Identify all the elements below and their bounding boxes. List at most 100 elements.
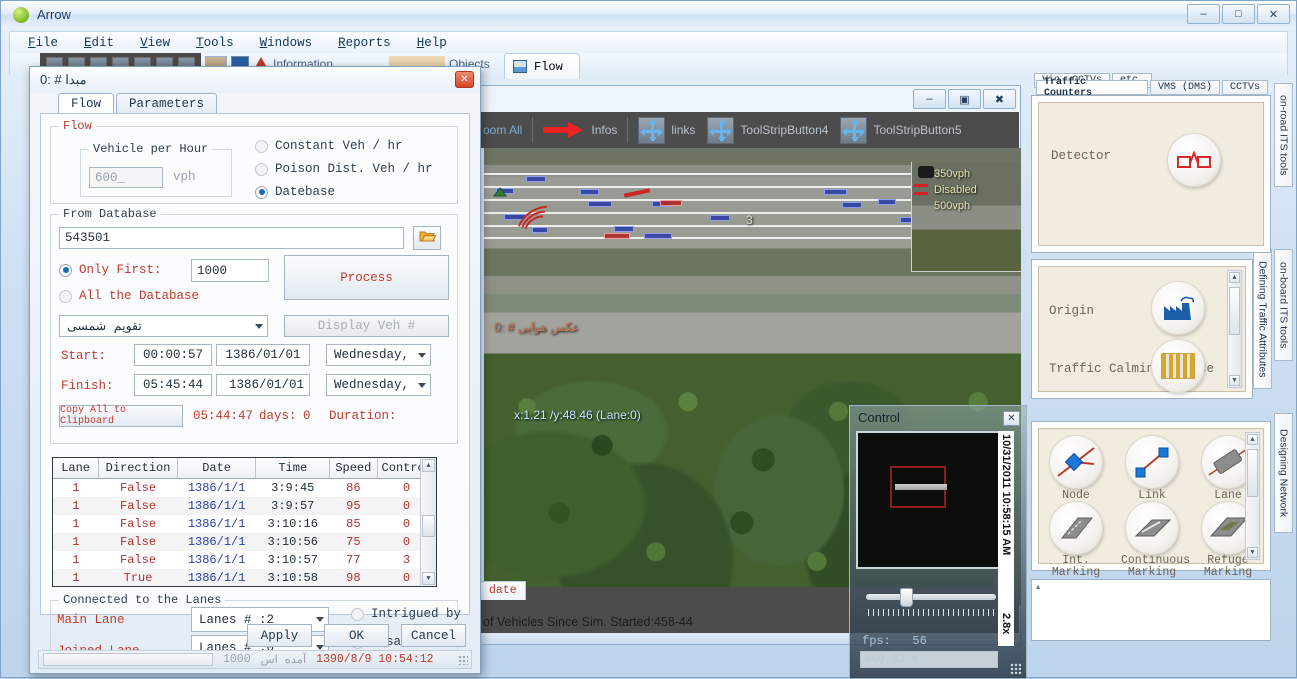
resize-grip[interactable]	[1010, 663, 1021, 674]
menu-reports[interactable]: Reports	[338, 36, 391, 50]
cancel-button[interactable]: Cancel	[401, 624, 466, 647]
radio-all-database[interactable]: All the Database	[59, 289, 199, 303]
zoom-all-label: oom All	[483, 123, 523, 137]
maximize-button[interactable]: □	[1222, 4, 1255, 24]
scroll-thumb[interactable]	[1247, 449, 1258, 497]
radio-poison-dist[interactable]: Poison Dist. Veh / hr	[255, 162, 433, 176]
tab-cctvs[interactable]: CCTVs	[1221, 80, 1268, 95]
only-first-input[interactable]: 1000	[191, 259, 269, 282]
zoom-all-button[interactable]: oom All	[473, 115, 528, 145]
copy-all-clipboard-button[interactable]: Copy All to Clipboard	[59, 405, 183, 427]
table-row[interactable]: 1 False 1386/1/1 3:9:57 95 0	[53, 497, 436, 515]
menu-tools[interactable]: Tools	[196, 36, 234, 50]
factory-icon[interactable]	[1151, 281, 1205, 335]
detector-icon[interactable]	[1167, 133, 1221, 187]
network-scrollbar[interactable]: ▲ ▼	[1245, 432, 1260, 560]
scroll-up-icon[interactable]: ▲	[1229, 272, 1240, 283]
tab-flow[interactable]: Flow	[58, 93, 115, 114]
attributes-scrollbar[interactable]: ▲ ▼	[1227, 270, 1242, 388]
links-button[interactable]: links	[632, 115, 701, 145]
scroll-up-icon[interactable]: ▲	[1247, 434, 1258, 445]
menu-view[interactable]: View	[140, 36, 170, 50]
vph-input[interactable]: 600_	[89, 167, 163, 188]
scroll-thumb[interactable]	[1229, 287, 1240, 335]
vehicle-marker	[824, 189, 847, 195]
tool-link[interactable]: Link	[1121, 435, 1183, 502]
col-speed[interactable]: Speed	[329, 458, 378, 479]
tool-continuous-marking[interactable]: Continuous Marking	[1121, 501, 1190, 579]
rumble-strip-icon[interactable]	[1151, 339, 1205, 393]
toolstripbutton4[interactable]: ToolStripButton4	[701, 115, 834, 145]
finish-date-input[interactable]: 1386/01/01	[216, 374, 310, 396]
vtab-on-road-its-tools[interactable]: on-road ITS tools	[1274, 83, 1293, 187]
flow-dialog-close-button[interactable]: ✕	[455, 71, 474, 88]
vtab-designing-network[interactable]: Designing Network	[1274, 413, 1293, 533]
finish-day-combo[interactable]: Wednesday,	[326, 374, 431, 396]
scroll-up-icon[interactable]: ▲	[422, 459, 435, 472]
calendar-combo[interactable]: تقویم شمسی	[59, 315, 268, 337]
browse-database-button[interactable]	[413, 226, 441, 250]
apply-button[interactable]: Apply	[247, 624, 312, 647]
cell-time: 3:10:57	[267, 553, 318, 567]
scroll-down-icon[interactable]: ▼	[422, 572, 435, 585]
process-button[interactable]: Process	[284, 255, 449, 300]
start-date-input[interactable]: 1386/01/01	[216, 344, 310, 366]
its-tools-panel: Vio. CCTVs etc. Traffic Counters VMS (DM…	[1031, 73, 1271, 253]
infos-button[interactable]: Infos	[537, 115, 623, 145]
database-path-input[interactable]: 543501	[59, 227, 404, 249]
menu-help[interactable]: Help	[417, 36, 447, 50]
radio-only-first[interactable]: Only First:	[59, 263, 162, 277]
radio-constant-veh[interactable]: Constant Veh / hr	[255, 139, 403, 153]
tool-int-marking[interactable]: Int. Marking	[1045, 501, 1107, 579]
scroll-down-icon[interactable]: ▼	[1247, 547, 1258, 558]
grid-scrollbar[interactable]: ▲ ▼	[420, 458, 436, 586]
vtab-defining-traffic-attributes[interactable]: Defining Traffic Attributes	[1253, 249, 1272, 389]
menu-edit[interactable]: Edit	[84, 36, 114, 50]
close-button[interactable]: ✕	[1257, 4, 1290, 24]
tab-traffic-counters[interactable]: Traffic Counters	[1036, 77, 1148, 99]
dialog-resize-grip[interactable]	[458, 655, 468, 665]
scroll-down-icon[interactable]: ▼	[1229, 375, 1240, 386]
finish-time-input[interactable]: 05:45:44	[134, 374, 212, 396]
tool-node[interactable]: Node	[1045, 435, 1107, 502]
table-row[interactable]: 1 False 1386/1/1 3:10:56 75 0	[53, 533, 436, 551]
conflict-fan-icon	[509, 198, 579, 250]
menu-windows[interactable]: Windows	[260, 36, 313, 50]
radio-intrigued-by[interactable]: Intrigued by	[351, 607, 461, 621]
minimap-view[interactable]	[856, 431, 1004, 569]
col-direction[interactable]: Direction	[98, 458, 178, 479]
map-close-button[interactable]: ✖	[983, 89, 1016, 109]
table-row[interactable]: 1 True 1386/1/1 3:10:58 98 0	[53, 569, 436, 586]
table-row[interactable]: 1 False 1386/1/1 3:9:45 86 0	[53, 479, 436, 498]
col-date[interactable]: Date	[177, 458, 257, 479]
vehicle-records-grid[interactable]: Lane Direction Date Time Speed Control 1…	[52, 457, 437, 587]
sim-time-field[interactable]: 000.33 s	[860, 651, 998, 668]
scroll-thumb[interactable]	[422, 515, 435, 537]
menu-file[interactable]: FFileile	[28, 36, 58, 50]
control-close-button[interactable]: ✕	[1003, 411, 1020, 426]
tab-vms-dms[interactable]: VMS (DMS)	[1149, 80, 1220, 95]
scroll-up-icon[interactable]: ▲	[1036, 584, 1040, 592]
col-time[interactable]: Time	[255, 458, 331, 479]
display-veh-button[interactable]: Display Veh #	[284, 315, 449, 337]
mdi-tab-flow[interactable]: Flow	[504, 53, 580, 79]
start-time-input[interactable]: 00:00:57	[134, 344, 212, 366]
ok-button[interactable]: OK	[324, 624, 389, 647]
map-date-tab[interactable]: date	[480, 581, 526, 600]
speed-slider-track[interactable]	[866, 594, 996, 600]
vph-label-1: 350vph	[934, 168, 971, 180]
minimap-road	[895, 484, 947, 490]
minimize-button[interactable]: –	[1187, 4, 1220, 24]
toolstripbutton5[interactable]: ToolStripButton5	[834, 115, 967, 145]
radio-datebase[interactable]: Datebase	[255, 185, 335, 199]
map-minimize-button[interactable]: –	[913, 89, 946, 109]
table-row[interactable]: 1 False 1386/1/1 3:10:57 77 3	[53, 551, 436, 569]
start-day-combo[interactable]: Wednesday,	[326, 344, 431, 366]
tab-parameters[interactable]: Parameters	[116, 93, 218, 114]
table-row[interactable]: 1 False 1386/1/1 3:10:16 85 0	[53, 515, 436, 533]
fps-label: fps:	[862, 634, 891, 648]
speed-slider-thumb[interactable]	[900, 588, 913, 607]
vtab-on-board-its-tools[interactable]: on-board ITS tools	[1274, 249, 1293, 361]
col-lane[interactable]: Lane	[53, 458, 100, 479]
map-maximize-button[interactable]: ▣	[948, 89, 981, 109]
